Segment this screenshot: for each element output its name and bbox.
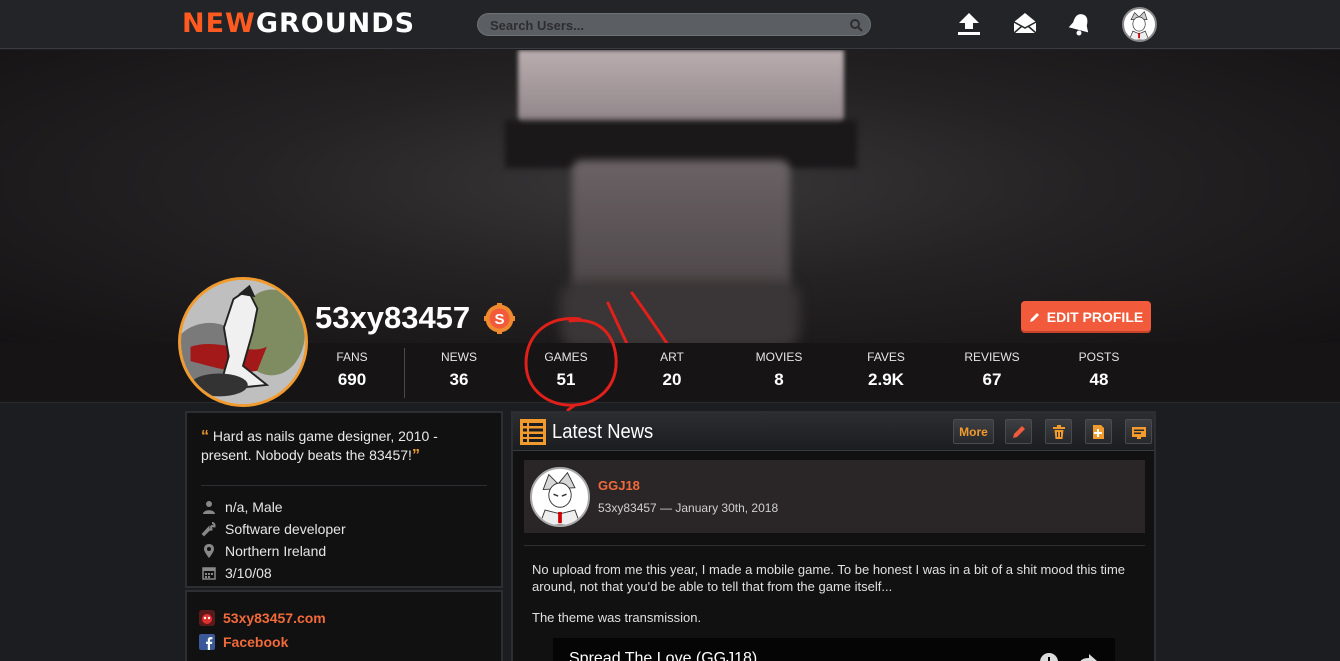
info-gender: n/a, Male — [201, 496, 487, 518]
logo-part-grounds: GROUNDS — [255, 8, 416, 39]
search-bar — [477, 13, 871, 36]
feed-settings-button[interactable] — [1125, 419, 1152, 444]
profile-sidebar: “ Hard as nails game designer, 2010 - pr… — [185, 411, 503, 661]
edit-profile-label: EDIT PROFILE — [1046, 309, 1144, 325]
bio-box: “ Hard as nails game designer, 2010 - pr… — [185, 411, 503, 588]
games-circle-annotation — [524, 316, 618, 412]
user-avatar[interactable] — [1122, 7, 1157, 42]
stat-value: 20 — [662, 370, 682, 389]
supporter-badge-icon[interactable]: S — [484, 303, 515, 334]
logo-part-new: NEW — [182, 8, 256, 39]
more-button[interactable]: More — [953, 419, 994, 444]
stat-value: 690 — [337, 370, 367, 389]
stat-label: ART — [660, 350, 684, 364]
mail-icon[interactable] — [1011, 10, 1039, 38]
banner-goggles — [518, 50, 844, 130]
pencil-icon — [1029, 313, 1039, 322]
wrench-icon — [201, 522, 216, 537]
stat-posts[interactable]: POSTS 48 — [1051, 350, 1147, 390]
banner-face — [572, 160, 790, 290]
bio-quote: “ Hard as nails game designer, 2010 - pr… — [201, 427, 487, 465]
stat-value: 2.9K — [868, 370, 904, 389]
upload-icon[interactable] — [955, 10, 983, 38]
info-location: Northern Ireland — [201, 540, 487, 562]
stat-faves[interactable]: FAVES 2.9K — [838, 350, 934, 390]
newgrounds-logo[interactable]: NEWGROUNDS — [182, 10, 415, 38]
post-meta: 53xy83457 — January 30th, 2018 — [598, 501, 779, 515]
trash-icon — [1052, 424, 1065, 439]
info-joined: 3/10/08 — [201, 562, 487, 584]
clock-icon — [1040, 653, 1058, 661]
stat-divider — [404, 348, 405, 398]
news-title: Latest News — [552, 421, 654, 443]
post-title[interactable]: GGJ18 — [598, 478, 640, 493]
post-paragraph: The theme was transmission. — [532, 610, 702, 625]
edit-news-button[interactable] — [1005, 419, 1032, 444]
site-icon — [199, 610, 215, 626]
add-news-button[interactable] — [1085, 419, 1112, 444]
bio-quote-text: Hard as nails game designer, 2010 - pres… — [201, 428, 438, 463]
stat-movies[interactable]: MOVIES 8 — [731, 350, 827, 390]
gender-text: n/a, Male — [225, 499, 283, 515]
stat-art[interactable]: ART 20 — [624, 350, 720, 390]
news-header: Latest News More — [513, 413, 1154, 451]
joined-text: 3/10/08 — [225, 565, 272, 581]
news-post-header: GGJ18 53xy83457 — January 30th, 2018 — [524, 460, 1145, 533]
stat-label: REVIEWS — [964, 350, 1020, 364]
post-paragraph: No upload from me this year, I made a mo… — [532, 562, 1126, 594]
link-label: 53xy83457.com — [223, 610, 326, 626]
open-quote-icon: “ — [201, 428, 209, 445]
stat-value: 36 — [449, 370, 469, 389]
svg-text:S: S — [494, 311, 504, 328]
profile-username: 53xy83457 — [315, 300, 471, 335]
map-pin-icon — [204, 544, 214, 558]
stat-fans[interactable]: FANS 690 — [304, 350, 400, 390]
stat-label: MOVIES — [755, 350, 803, 364]
stat-value: 67 — [982, 370, 1002, 389]
link-website[interactable]: 53xy83457.com — [199, 606, 489, 630]
person-icon — [203, 501, 215, 514]
stat-label: FAVES — [867, 350, 905, 364]
bell-icon[interactable] — [1066, 10, 1094, 38]
stat-value: 48 — [1089, 370, 1109, 389]
news-list-icon — [520, 419, 546, 445]
stat-news[interactable]: NEWS 36 — [411, 350, 507, 390]
message-icon — [1131, 426, 1146, 439]
link-label: Facebook — [223, 634, 289, 650]
stat-label: POSTS — [1078, 350, 1120, 364]
video-controls — [1040, 653, 1097, 661]
pencil-icon — [1012, 425, 1025, 438]
info-job: Software developer — [201, 518, 487, 540]
stat-value: 8 — [774, 370, 784, 389]
search-input[interactable] — [490, 16, 840, 34]
post-author-avatar[interactable] — [530, 467, 590, 527]
close-quote-icon: ” — [411, 447, 420, 464]
embedded-video[interactable]: Spread The Love (GGJ18) — [553, 638, 1115, 661]
facebook-icon — [199, 634, 215, 650]
calendar-icon — [202, 567, 216, 580]
link-facebook[interactable]: Facebook — [199, 630, 489, 654]
latest-news-panel: Latest News More GGJ18 53xy83457 — Janua… — [511, 411, 1156, 661]
stat-reviews[interactable]: REVIEWS 67 — [944, 350, 1040, 390]
links-box: 53xy83457.com Facebook — [185, 590, 503, 661]
divider — [201, 485, 487, 486]
divider — [524, 545, 1145, 546]
profile-avatar[interactable] — [178, 277, 308, 407]
post-body: No upload from me this year, I made a mo… — [532, 561, 1132, 640]
add-document-icon — [1092, 424, 1104, 439]
share-icon — [1080, 654, 1097, 661]
search-icon[interactable] — [849, 18, 863, 32]
stat-label: NEWS — [441, 350, 477, 364]
location-text: Northern Ireland — [225, 543, 327, 559]
top-navigation-bar: NEWGROUNDS — [0, 0, 1340, 49]
stat-label: FANS — [336, 350, 368, 364]
video-title[interactable]: Spread The Love (GGJ18) — [569, 650, 757, 661]
delete-news-button[interactable] — [1045, 419, 1072, 444]
edit-profile-button[interactable]: EDIT PROFILE — [1021, 301, 1151, 333]
job-text: Software developer — [225, 521, 346, 537]
